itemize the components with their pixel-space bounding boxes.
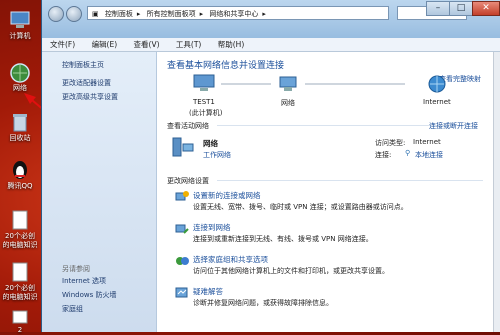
node-label-internet: Internet [423,98,451,106]
internet-globe-icon [427,74,447,96]
main-panel: 查看基本网络信息并设置连接 查看完整映射 TEST1 (此计算机) 网络 Int… [157,52,493,332]
connect-network-icon [175,222,189,238]
task-description: 访问位于其他网络计算机上的文件和打印机，或更改共享设置。 [193,267,389,275]
network-name: 网络 [203,139,218,148]
breadcrumb-item[interactable]: 所有控制面板项 [147,10,196,18]
minimize-button[interactable]: – [426,1,450,16]
network-node-icon [277,74,299,94]
sidebar: 控制面板主页 更改适配器设置 更改高级共享设置 另请参阅 Internet 选项… [42,52,157,332]
local-connection-link[interactable]: 本地连接 [415,150,443,160]
sidebar-link-home[interactable]: 控制面板主页 [62,60,104,70]
map-link-line [305,83,405,85]
ethernet-icon: ⚲ [405,149,411,157]
map-link-line [221,83,271,85]
menu-tools[interactable]: 工具(T) [176,40,201,49]
node-sublabel-computer: (此计算机) [189,109,223,117]
this-computer-icon [193,74,215,94]
troubleshoot-icon [175,286,189,302]
breadcrumb-item[interactable]: 控制面板 [105,10,133,18]
access-type-value: Internet [413,138,441,146]
page-title: 查看基本网络信息并设置连接 [167,61,285,71]
access-type-label: 访问类型: [375,139,406,147]
sidebar-link-firewall[interactable]: Windows 防火墙 [62,290,116,300]
task-description: 连接到或重新连接到无线、有线、拨号或 VPN 网络连接。 [193,235,373,243]
control-panel-icon: ▣ [92,10,99,18]
sidebar-link-homegroup[interactable]: 家庭组 [62,304,83,314]
sidebar-see-also-label: 另请参阅 [62,265,90,273]
sidebar-link-sharing[interactable]: 更改高级共享设置 [62,92,118,102]
connect-disconnect-link[interactable]: 连接或断开连接 [429,121,478,131]
homegroup-icon [175,254,189,270]
task-homegroup-link[interactable]: 选择家庭组和共享选项 [193,254,268,265]
new-connection-icon [175,190,189,206]
sidebar-link-adapter[interactable]: 更改适配器设置 [62,78,111,88]
node-label-computer: TEST1 [193,98,215,106]
sidebar-link-internet-options[interactable]: Internet 选项 [62,276,106,286]
work-network-icon [171,136,195,160]
maximize-button[interactable]: □ [449,1,473,16]
address-bar[interactable]: ▣ 控制面板 ▸ 所有控制面板项 ▸ 网络和共享中心 ▸ [87,6,389,20]
node-label-network: 网络 [281,99,295,107]
vertical-scrollbar[interactable] [493,52,500,332]
active-networks-label: 查看活动网络 [167,122,209,130]
menu-edit[interactable]: 编辑(E) [92,40,118,49]
menu-file[interactable]: 文件(F) [50,40,75,49]
task-description: 设置无线、宽带、拨号、临时或 VPN 连接；或设置路由器或访问点。 [193,203,408,211]
task-description: 诊断并修复网络问题，或获得故障排除信息。 [193,299,333,307]
network-type-link[interactable]: 工作网络 [203,150,231,160]
breadcrumb-item[interactable]: 网络和共享中心 [209,10,258,18]
menu-view[interactable]: 查看(V) [134,40,160,49]
close-button[interactable]: ✕ [472,1,500,16]
title-bar: ▣ 控制面板 ▸ 所有控制面板项 ▸ 网络和共享中心 ▸ – □ ✕ [42,0,500,38]
task-connect-network-link[interactable]: 连接到网络 [193,222,231,233]
change-settings-label: 更改网络设置 [167,177,209,185]
explorer-window: ▣ 控制面板 ▸ 所有控制面板项 ▸ 网络和共享中心 ▸ – □ ✕ 文件(F) 编辑… [41,0,500,332]
task-new-connection-link[interactable]: 设置新的连接或网络 [193,190,261,201]
forward-button[interactable] [66,6,82,22]
menu-bar: 文件(F) 编辑(E) 查看(V) 工具(T) 帮助(H) [42,38,500,52]
back-button[interactable] [48,6,64,22]
task-troubleshoot-link[interactable]: 疑难解答 [193,286,223,297]
connection-label: 连接: [375,151,392,159]
divider [217,180,483,181]
menu-help[interactable]: 帮助(H) [218,40,245,49]
